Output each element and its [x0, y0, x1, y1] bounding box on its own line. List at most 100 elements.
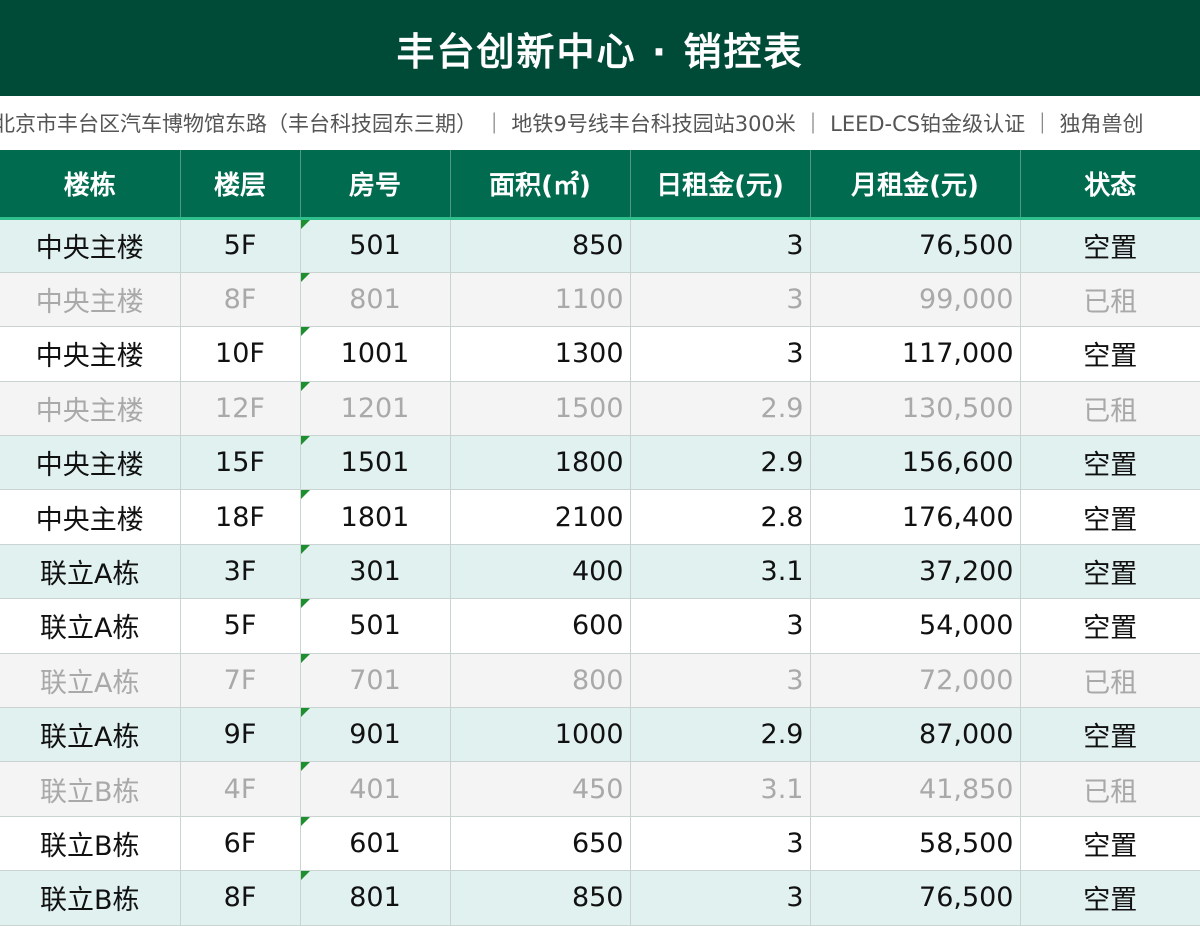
cell-monthly-rent-text: 99,000	[919, 284, 1014, 316]
cell-status-text: 已租	[1083, 395, 1138, 427]
cell-room-text: 701	[349, 664, 401, 696]
table-row: 联立B栋 4F 401 450 3.1 41,850 已租	[0, 761, 1200, 817]
cell-floor: 8F	[180, 870, 301, 926]
cell-area-text: 1800	[554, 447, 624, 479]
cell-monthly-rent: 54,000	[810, 598, 1021, 654]
header-building: 楼栋	[0, 150, 181, 220]
cell-monthly-rent-text: 58,500	[919, 827, 1014, 859]
cell-building: 联立B栋	[0, 870, 181, 926]
cell-building-text: 联立A栋	[40, 667, 140, 699]
sales-control-table: 楼栋 楼层 房号 面积(㎡) 日租金(元) 月租金(元) 状态 中央主楼 5F 50…	[0, 150, 1200, 926]
cell-room-text: 601	[349, 827, 401, 859]
page-title: 丰台创新中心 · 销控表	[396, 29, 804, 74]
cell-daily-rent: 3	[630, 870, 811, 926]
cell-area-text: 850	[571, 230, 624, 262]
cell-room-text: 801	[349, 882, 401, 914]
cell-area: 450	[450, 761, 631, 817]
cell-daily-rent-text: 3	[786, 827, 804, 859]
cell-status-text: 已租	[1083, 287, 1138, 319]
cell-area-text: 1000	[554, 719, 624, 751]
cell-monthly-rent: 72,000	[810, 653, 1021, 709]
cell-area: 400	[450, 544, 631, 600]
cell-monthly-rent: 76,500	[810, 870, 1021, 926]
cell-status: 已租	[1020, 761, 1200, 817]
comment-marker-icon	[300, 544, 310, 554]
cell-room-text: 401	[349, 773, 401, 805]
cell-room-text: 901	[349, 719, 401, 751]
cell-room-text: 1201	[340, 392, 410, 424]
cell-building: 联立B栋	[0, 816, 181, 872]
cell-floor-text: 5F	[223, 610, 257, 642]
cell-monthly-rent: 156,600	[810, 435, 1021, 491]
cell-area-text: 450	[571, 773, 624, 805]
cell-daily-rent: 2.9	[630, 381, 811, 437]
table-row: 联立A栋 9F 901 1000 2.9 87,000 空置	[0, 707, 1200, 763]
title-bar: 丰台创新中心 · 销控表	[0, 0, 1200, 96]
cell-daily-rent: 3.1	[630, 544, 811, 600]
header-monthly-rent: 月租金(元)	[810, 150, 1021, 220]
table-row: 联立B栋 6F 601 650 3 58,500 空置	[0, 816, 1200, 872]
cell-status: 空置	[1020, 598, 1200, 654]
cell-area-text: 1300	[554, 338, 624, 370]
cell-floor-text: 9F	[223, 719, 257, 751]
cell-status-text: 空置	[1083, 504, 1138, 536]
cell-building-text: 联立A栋	[40, 722, 140, 754]
table-row: 联立A栋 3F 301 400 3.1 37,200 空置	[0, 544, 1200, 600]
cell-daily-rent-text: 2.9	[760, 719, 804, 751]
cell-building-text: 联立A栋	[40, 559, 140, 591]
table-row: 联立A栋 7F 701 800 3 72,000 已租	[0, 653, 1200, 709]
cell-floor-text: 5F	[223, 230, 257, 262]
table-row: 中央主楼 18F 1801 2100 2.8 176,400 空置	[0, 489, 1200, 545]
cell-floor: 12F	[180, 381, 301, 437]
cell-floor: 15F	[180, 435, 301, 491]
cell-area: 800	[450, 653, 631, 709]
cell-building: 联立A栋	[0, 544, 181, 600]
cell-room: 501	[300, 598, 451, 654]
cell-floor: 9F	[180, 707, 301, 763]
cell-monthly-rent: 76,500	[810, 218, 1021, 273]
cell-room: 701	[300, 653, 451, 709]
header-area: 面积(㎡)	[450, 150, 631, 220]
cell-area-text: 600	[571, 610, 624, 642]
cell-building: 联立A栋	[0, 598, 181, 654]
info-text: 北京市丰台区汽车博物馆东路（丰台科技园东三期） ｜ 地铁9号线丰台科技园站300…	[0, 112, 1144, 136]
cell-status: 空置	[1020, 326, 1200, 382]
cell-floor-text: 8F	[223, 284, 257, 316]
cell-floor: 8F	[180, 272, 301, 328]
cell-floor: 3F	[180, 544, 301, 600]
table-header-row: 楼栋 楼层 房号 面积(㎡) 日租金(元) 月租金(元) 状态	[0, 150, 1200, 220]
cell-monthly-rent-text: 41,850	[919, 773, 1014, 805]
cell-building-text: 联立A栋	[40, 613, 140, 645]
comment-marker-icon	[300, 762, 310, 772]
cell-room-text: 1501	[340, 447, 410, 479]
header-room: 房号	[300, 150, 451, 220]
cell-area-text: 650	[571, 827, 624, 859]
cell-monthly-rent-text: 76,500	[919, 230, 1014, 262]
cell-status-text: 空置	[1083, 341, 1138, 373]
comment-marker-icon	[300, 816, 310, 826]
cell-area-text: 800	[571, 664, 624, 696]
cell-room-text: 501	[349, 610, 401, 642]
cell-monthly-rent-text: 130,500	[901, 392, 1014, 424]
cell-daily-rent: 3	[630, 218, 811, 273]
cell-status: 空置	[1020, 870, 1200, 926]
table-row: 中央主楼 12F 1201 1500 2.9 130,500 已租	[0, 381, 1200, 437]
cell-daily-rent-text: 3	[786, 230, 804, 262]
cell-daily-rent: 3	[630, 326, 811, 382]
cell-area: 650	[450, 816, 631, 872]
cell-room: 301	[300, 544, 451, 600]
cell-building-text: 中央主楼	[35, 504, 144, 536]
cell-floor-text: 3F	[223, 556, 257, 588]
cell-building-text: 联立B栋	[39, 830, 140, 862]
header-daily-rent: 日租金(元)	[630, 150, 811, 220]
header-status: 状态	[1020, 150, 1200, 220]
cell-status: 空置	[1020, 218, 1200, 273]
comment-marker-icon	[300, 381, 310, 391]
cell-daily-rent: 3	[630, 653, 811, 709]
cell-area: 1500	[450, 381, 631, 437]
cell-area: 850	[450, 870, 631, 926]
cell-building-text: 中央主楼	[35, 287, 144, 319]
cell-monthly-rent: 117,000	[810, 326, 1021, 382]
cell-floor: 4F	[180, 761, 301, 817]
cell-building-text: 中央主楼	[35, 395, 144, 427]
